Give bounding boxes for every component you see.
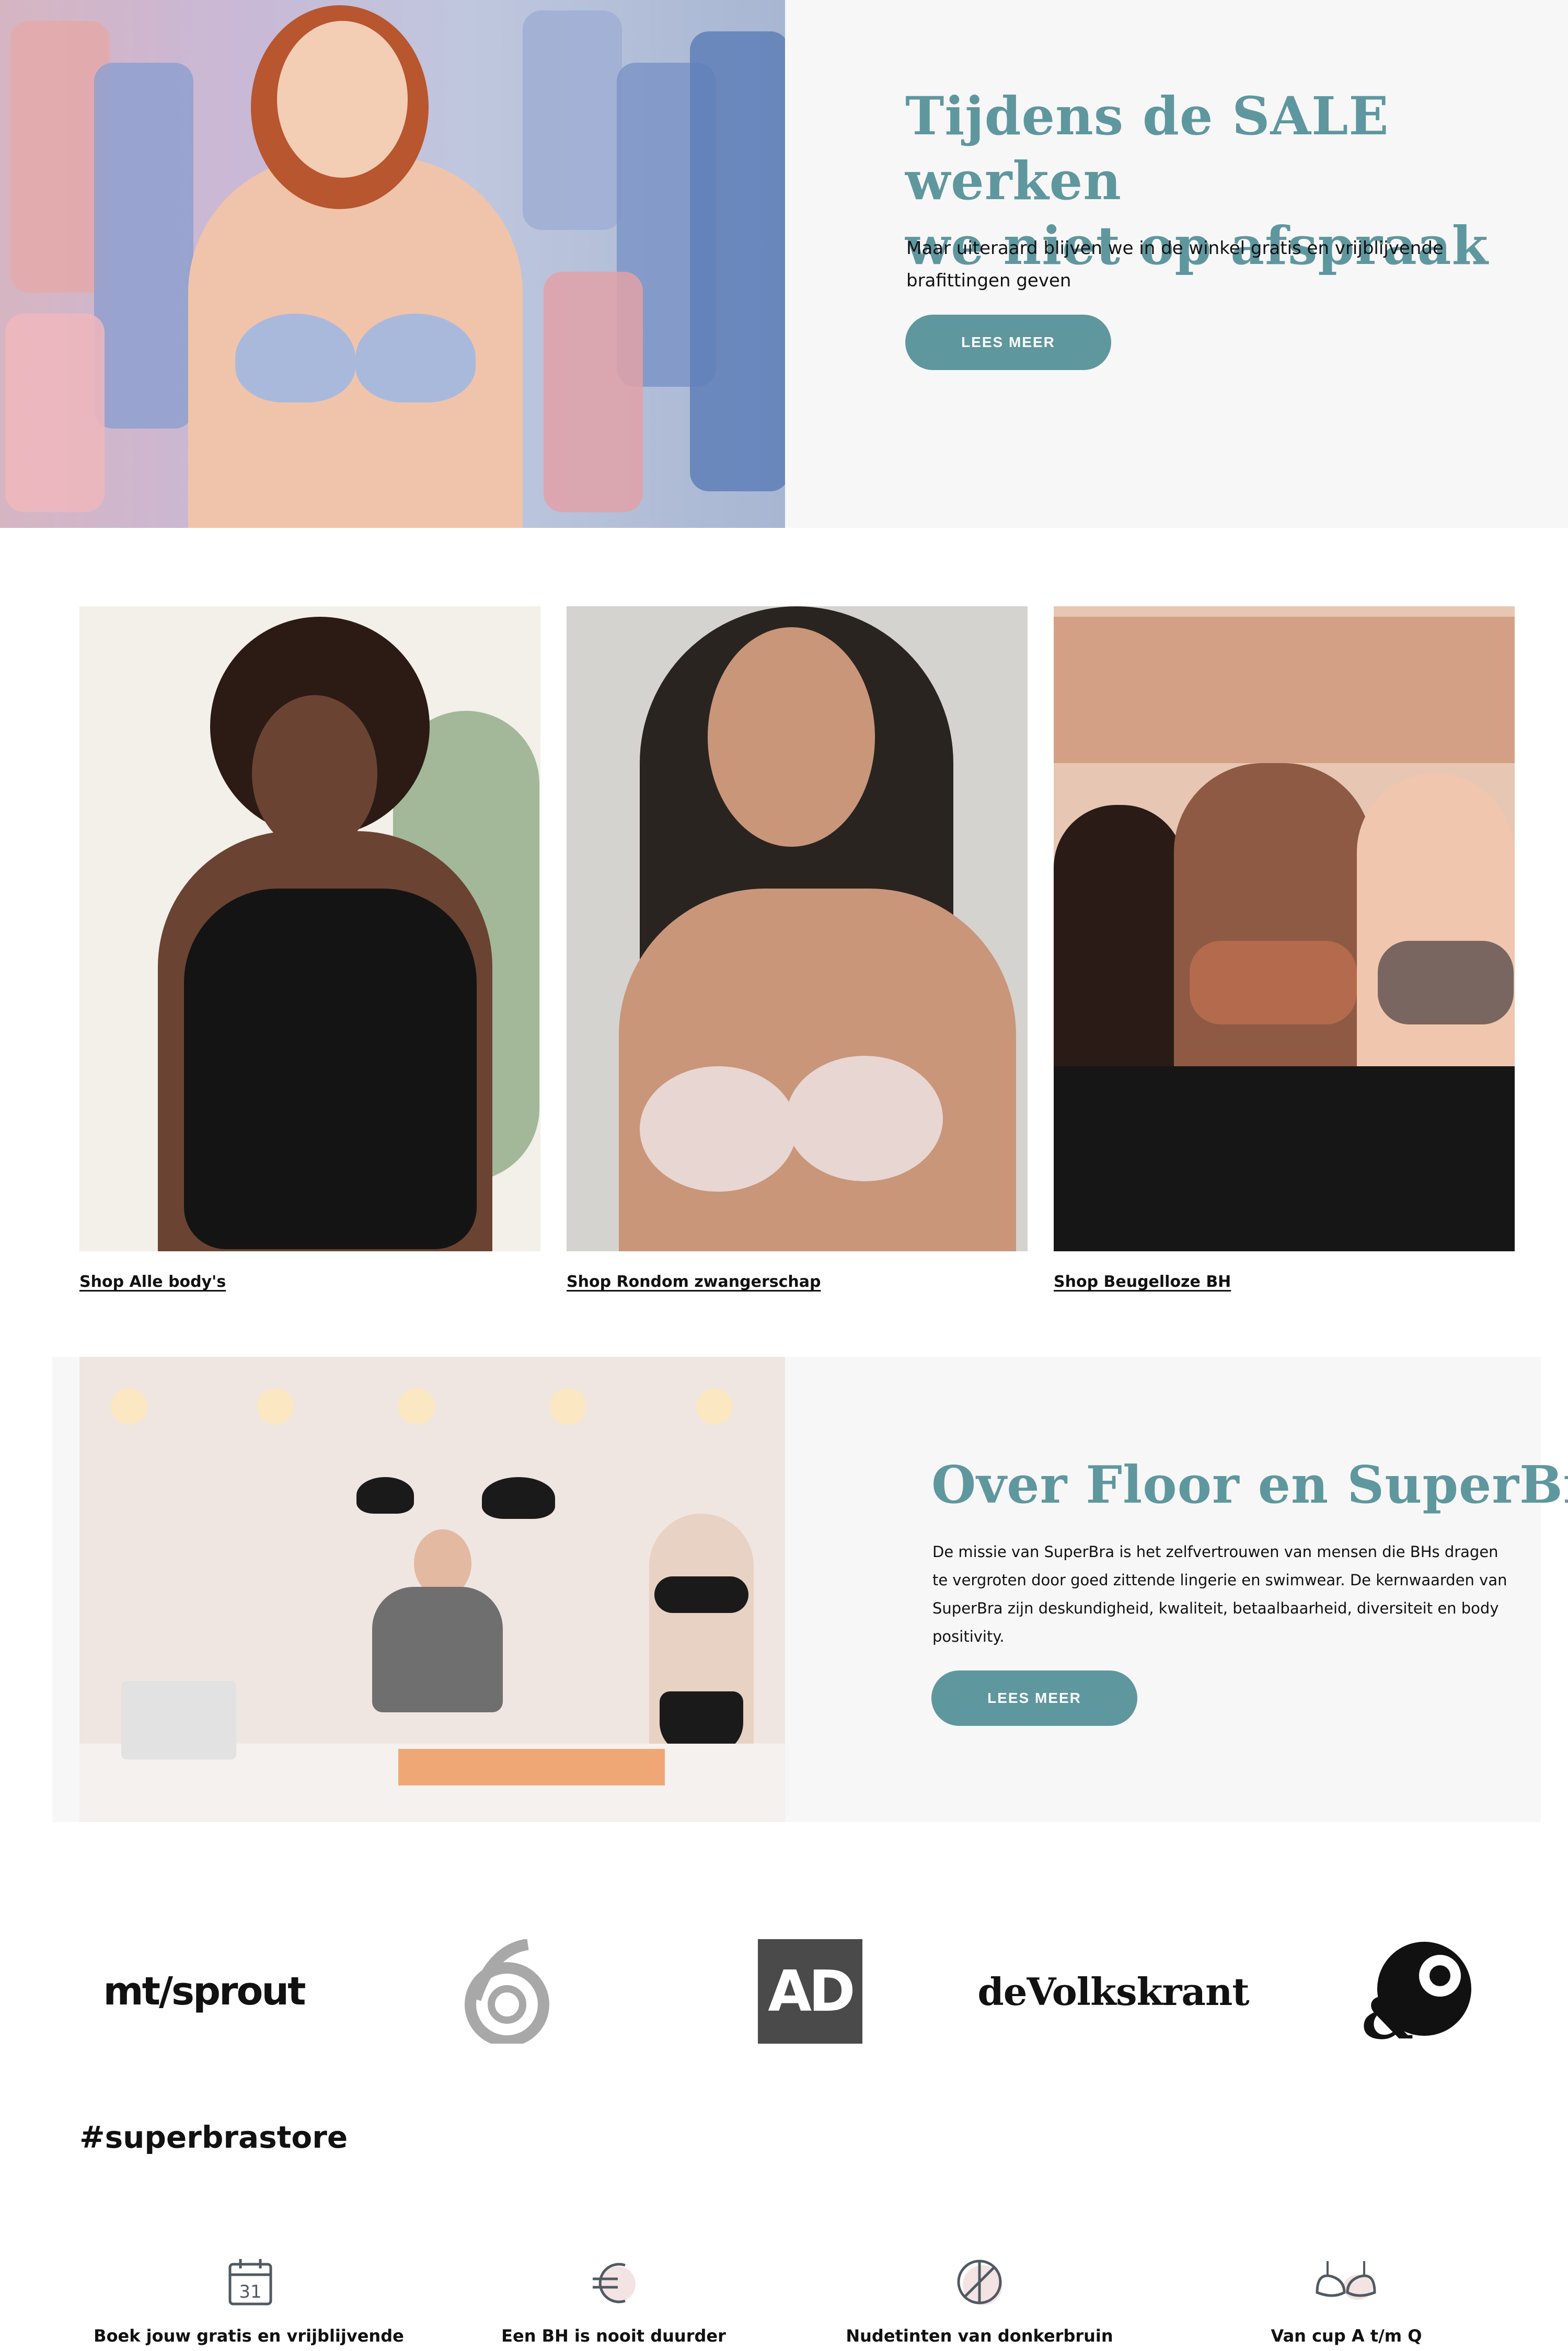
about-text-line3: SuperBra zijn deskundigheid, kwaliteit, … xyxy=(932,1599,1499,1617)
about-text-line4: positivity. xyxy=(932,1628,1005,1645)
about-lees-meer-button[interactable]: LEES MEER xyxy=(931,1670,1137,1726)
about-text: De missie van SuperBra is het zelfvertro… xyxy=(932,1538,1518,1651)
logo-and-c: & xyxy=(1359,1939,1474,2044)
instagram-hashtag[interactable]: #superbrastore xyxy=(79,2119,348,2155)
press-section: mt/sprout AD deVolkskrant & xyxy=(0,1934,1568,2049)
category-image-maternity[interactable] xyxy=(567,606,1028,1251)
about-section: Over Floor en SuperBra De missie van Sup… xyxy=(52,1357,1568,1822)
bra-icon xyxy=(1312,2256,1380,2308)
category-section: Shop Alle body's Shop Rondom zwangerscha… xyxy=(0,528,1568,1359)
about-text-line1: De missie van SuperBra is het zelfvertro… xyxy=(932,1543,1498,1561)
hero-section: Tijdens de SALE werken we niet op afspra… xyxy=(0,0,1568,528)
category-link-maternity[interactable]: Shop Rondom zwangerschap xyxy=(567,1273,821,1291)
logo-rtl6 xyxy=(449,1939,564,2044)
category-link-bodies[interactable]: Shop Alle body's xyxy=(79,1273,226,1291)
category-image-wireless[interactable] xyxy=(1054,606,1515,1251)
about-photo xyxy=(79,1357,785,1822)
usp-section: 31 Boek jouw gratis en vrijblijvende Een… xyxy=(0,2248,1568,2351)
usp-label-cup: Van cup A t/m Q xyxy=(1271,2326,1422,2346)
hero-photo xyxy=(0,0,785,528)
hero-text-line1: Maar uiteraard blijven we in de winkel g… xyxy=(906,238,1444,259)
hero-text: Maar uiteraard blijven we in de winkel g… xyxy=(906,232,1534,297)
about-title: Over Floor en SuperBra xyxy=(931,1455,1568,1515)
nude-tones-icon xyxy=(953,2256,1006,2308)
category-image-bodies[interactable] xyxy=(79,606,540,1251)
hero-lees-meer-button[interactable]: LEES MEER xyxy=(905,315,1111,370)
calendar-icon: 31 xyxy=(225,2256,277,2308)
svg-text:31: 31 xyxy=(239,2281,261,2302)
about-text-line2: te vergroten door goed zittende lingerie… xyxy=(932,1571,1507,1589)
euro-icon xyxy=(587,2256,640,2308)
usp-label-nude: Nudetinten van donkerbruin xyxy=(846,2326,1113,2346)
category-link-wireless[interactable]: Shop Beugelloze BH xyxy=(1054,1273,1231,1291)
hero-text-line2: brafittingen geven xyxy=(906,270,1071,291)
logo-mtsprout: mt/sprout xyxy=(103,1969,306,2014)
logo-ad: AD xyxy=(758,1939,862,2044)
and-c-logo-shape: & xyxy=(1362,1942,1471,2044)
svg-text:&: & xyxy=(1362,1985,1413,2044)
usp-label-booking: Boek jouw gratis en vrijblijvende xyxy=(94,2326,404,2346)
rtl6-logo-shape xyxy=(465,1939,549,2044)
logo-volkskrant: deVolkskrant xyxy=(977,1969,1249,2014)
hero-title-line1: Tijdens de SALE werken xyxy=(905,85,1389,212)
usp-label-price: Een BH is nooit duurder xyxy=(501,2326,726,2346)
